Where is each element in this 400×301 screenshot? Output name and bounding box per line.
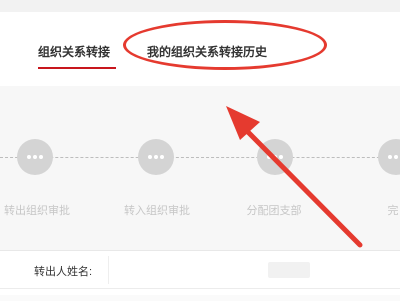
step-3-more-dots-icon — [257, 139, 293, 175]
step-2-label: 转入组织审批 — [124, 205, 190, 217]
transfer-out-name-field[interactable] — [108, 256, 400, 284]
step-3-label: 分配团支部 — [246, 205, 302, 217]
tab-bar: 组织关系转接 我的组织关系转接历史 — [0, 12, 400, 87]
step-4-more-dots-icon — [378, 139, 400, 175]
form-next-row — [0, 295, 400, 301]
transfer-out-name-label: 转出人姓名: — [34, 266, 93, 278]
form-divider — [0, 288, 400, 289]
active-tab-indicator — [38, 67, 116, 69]
tab-transfer-history[interactable]: 我的组织关系转接历史 — [147, 43, 267, 60]
step-4-label: 完 — [387, 205, 399, 217]
transfer-form: 转出人姓名: — [0, 250, 400, 301]
tab-org-transfer[interactable]: 组织关系转接 — [38, 43, 110, 60]
steps-connector-line — [0, 157, 400, 158]
progress-steps: 转出组织审批 转入组织审批 分配团支部 完 — [0, 86, 400, 250]
blurred-value — [268, 262, 310, 278]
step-1-more-dots-icon — [17, 139, 53, 175]
step-1-label: 转出组织审批 — [4, 205, 70, 217]
step-2-more-dots-icon — [138, 139, 174, 175]
